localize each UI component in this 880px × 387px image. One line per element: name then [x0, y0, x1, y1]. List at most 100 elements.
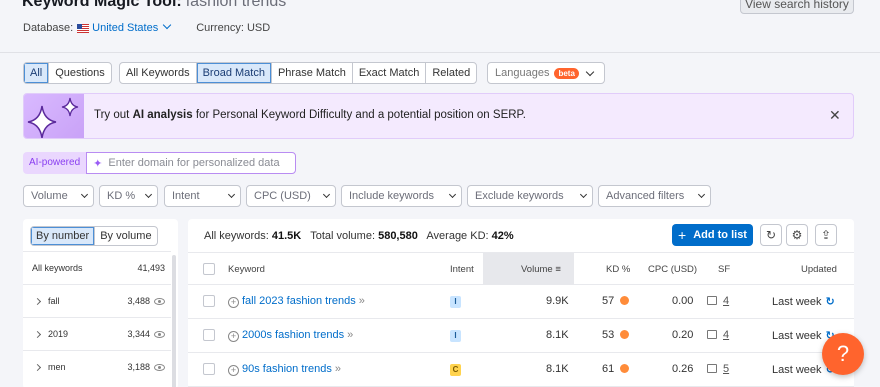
- filter-label: Advanced filters: [606, 190, 685, 202]
- table-header: Keyword Intent Volume ≡ KD % CPC (USD) S…: [188, 252, 854, 285]
- add-keyword-icon[interactable]: +: [228, 297, 239, 308]
- ai-analysis-link[interactable]: AI analysis: [133, 109, 193, 121]
- eye-icon[interactable]: [154, 297, 165, 305]
- volume-cell: 9.9K: [546, 295, 569, 307]
- close-icon[interactable]: ✕: [829, 107, 841, 124]
- tab-broad-match[interactable]: Broad Match: [196, 63, 272, 83]
- table-row: +90s fashion trends» C 8.1K 61 0.26 5 La…: [188, 353, 854, 387]
- row-checkbox[interactable]: [203, 329, 215, 341]
- by-number-button[interactable]: By number: [31, 227, 96, 245]
- domain-input[interactable]: ✦ Enter domain for personalized data: [86, 152, 297, 174]
- chevron-down-icon: [227, 190, 236, 199]
- filter-label: Exclude keywords: [475, 190, 564, 202]
- col-intent[interactable]: Intent: [450, 264, 474, 275]
- group-count: 3,488: [127, 296, 150, 306]
- col-updated[interactable]: Updated: [801, 264, 837, 275]
- chevron-down-icon: [162, 20, 172, 30]
- table-row: + fall 2023 fashion trends» I 9.9K 57 0.0…: [188, 285, 854, 319]
- kd-cell: 61: [602, 363, 630, 375]
- col-cpc[interactable]: CPC (USD): [648, 264, 697, 275]
- languages-dropdown[interactable]: Languages beta: [487, 62, 605, 84]
- database-label: Database:: [23, 22, 74, 34]
- filter-include-keywords[interactable]: Include keywords: [341, 185, 462, 207]
- tab-related[interactable]: Related: [426, 63, 476, 83]
- tab-questions[interactable]: Questions: [49, 63, 111, 83]
- keyword-cell: + fall 2023 fashion trends»: [228, 295, 365, 308]
- kd-dot: [620, 330, 630, 339]
- view-history-button[interactable]: View search history: [740, 0, 854, 14]
- updated-cell: Last week↻: [772, 329, 835, 342]
- sf-cell[interactable]: 5: [707, 363, 729, 375]
- col-kd[interactable]: KD %: [606, 264, 630, 275]
- list-item[interactable]: fall 3,488: [23, 284, 171, 317]
- kd-value: 61: [602, 363, 615, 375]
- filter-advanced[interactable]: Advanced filters: [598, 185, 711, 207]
- page-title: Keyword Magic Tool: fashion trends: [22, 0, 286, 11]
- keyword-link[interactable]: 2000s fashion trends: [242, 329, 344, 341]
- col-volume-label: Volume: [521, 264, 553, 275]
- tab-all[interactable]: All: [24, 63, 50, 83]
- tab-exact-match[interactable]: Exact Match: [353, 63, 427, 83]
- add-keyword-icon[interactable]: +: [228, 365, 239, 376]
- sf-cell[interactable]: 4: [707, 329, 729, 341]
- filter-exclude-keywords[interactable]: Exclude keywords: [467, 185, 593, 207]
- keyword-link[interactable]: fall 2023 fashion trends: [242, 295, 356, 307]
- plus-icon: +: [678, 227, 687, 243]
- tab-all-keywords[interactable]: All Keywords: [120, 63, 197, 83]
- currency-label: Currency: USD: [196, 22, 271, 34]
- chevron-right-icon: [33, 330, 42, 338]
- double-chevron-icon[interactable]: »: [335, 363, 341, 375]
- group-sort-toggle: By number By volume: [30, 226, 158, 246]
- filter-volume[interactable]: Volume: [23, 185, 94, 207]
- intent-badge: C: [450, 364, 461, 376]
- col-keyword[interactable]: Keyword: [228, 264, 265, 275]
- match-type-tabs: All Keywords Broad Match Phrase Match Ex…: [119, 62, 478, 84]
- filter-label: Include keywords: [349, 190, 434, 202]
- col-volume[interactable]: Volume ≡: [521, 264, 561, 275]
- settings-button[interactable]: ⚙: [786, 224, 808, 246]
- tab-phrase-match[interactable]: Phrase Match: [272, 63, 353, 83]
- double-chevron-icon[interactable]: »: [347, 329, 353, 341]
- serp-feature-icon: [707, 330, 717, 339]
- group-count: 3,344: [127, 329, 150, 339]
- kd-cell: 57: [602, 295, 630, 307]
- filter-intent[interactable]: Intent: [164, 185, 241, 207]
- kd-dot: [620, 364, 630, 373]
- total-volume-value: 580,580: [378, 230, 418, 242]
- row-checkbox[interactable]: [203, 363, 215, 375]
- double-chevron-icon[interactable]: »: [359, 295, 365, 307]
- table-row: +2000s fashion trends» I 8.1K 53 0.20 4 …: [188, 319, 854, 353]
- group-count: 3,188: [127, 362, 150, 372]
- all-keywords-row[interactable]: All keywords 41,493: [23, 251, 171, 284]
- col-sf[interactable]: SF: [718, 264, 730, 275]
- add-to-list-button[interactable]: + Add to list: [672, 224, 753, 246]
- export-button[interactable]: ⇪: [815, 224, 837, 246]
- filter-cpc[interactable]: CPC (USD): [246, 185, 336, 207]
- filter-kd[interactable]: KD %: [99, 185, 158, 207]
- question-filter-tabs: All Questions: [23, 62, 112, 84]
- volume-cell: 8.1K: [546, 329, 569, 341]
- eye-icon[interactable]: [154, 330, 165, 338]
- row-checkbox[interactable]: [203, 295, 215, 307]
- group-label: All keywords: [32, 263, 83, 273]
- domain-input-placeholder: Enter domain for personalized data: [108, 157, 280, 169]
- add-keyword-icon[interactable]: +: [228, 331, 239, 342]
- list-item[interactable]: 2019 3,344: [23, 317, 171, 350]
- sf-cell[interactable]: 4: [707, 295, 729, 307]
- updated-value: Last week: [772, 364, 822, 376]
- list-item[interactable]: men 3,188: [23, 350, 171, 383]
- database-select[interactable]: United States: [92, 20, 174, 34]
- filter-label: CPC (USD): [254, 190, 311, 202]
- sparkle-illustration: [24, 94, 84, 139]
- select-all-checkbox[interactable]: [203, 263, 215, 275]
- refresh-icon[interactable]: ↻: [826, 296, 835, 308]
- help-button[interactable]: ?: [822, 333, 864, 375]
- keyword-link[interactable]: 90s fashion trends: [242, 363, 332, 375]
- eye-icon[interactable]: [154, 363, 165, 371]
- refresh-button[interactable]: ↻: [760, 224, 782, 246]
- chevron-down-icon: [448, 190, 457, 199]
- by-volume-button[interactable]: By volume: [95, 227, 156, 245]
- scrollbar[interactable]: [172, 255, 176, 387]
- filter-label: Intent: [172, 190, 200, 202]
- banner-prefix: Try out: [94, 109, 130, 121]
